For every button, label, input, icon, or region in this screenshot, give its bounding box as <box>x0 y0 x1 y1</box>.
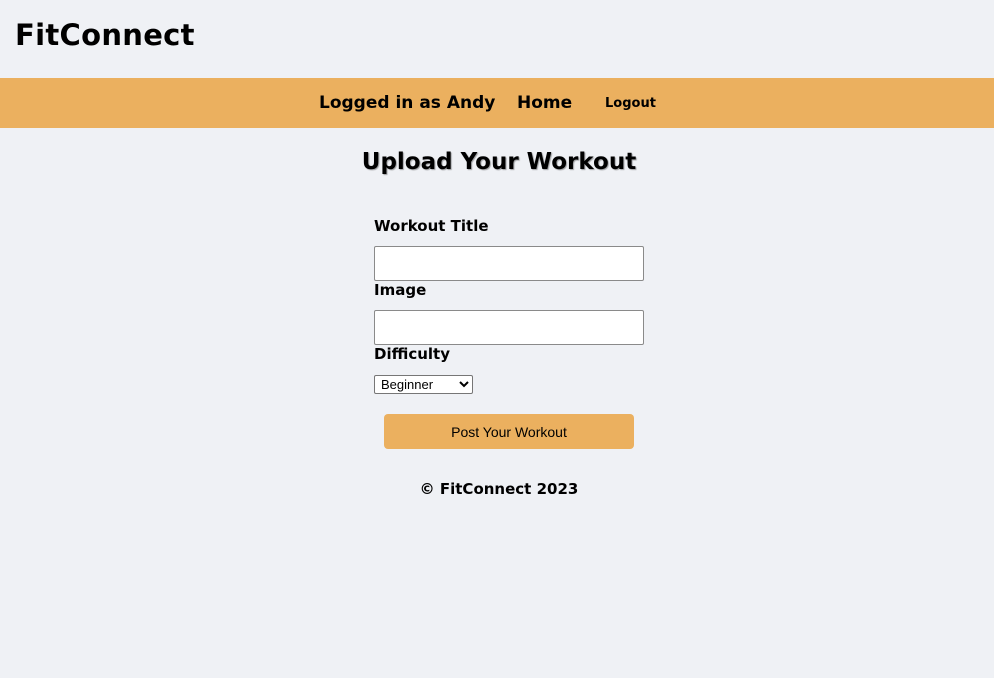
navbar: Logged in as Andy Home Logout <box>0 78 994 128</box>
image-input[interactable] <box>374 310 644 345</box>
nav-home-link[interactable]: Home <box>517 78 572 128</box>
post-workout-button[interactable]: Post Your Workout <box>384 414 634 449</box>
page-title: Upload Your Workout <box>361 149 637 175</box>
site-logo: FitConnect <box>15 18 195 52</box>
workout-title-label: Workout Title <box>374 217 489 235</box>
footer-copyright: © FitConnect 2023 <box>419 480 579 498</box>
workout-title-input[interactable] <box>374 246 644 281</box>
logged-in-status: Logged in as Andy <box>319 93 496 113</box>
nav-logout-link[interactable]: Logout <box>605 78 656 128</box>
image-label: Image <box>374 281 427 299</box>
difficulty-select[interactable]: Beginner <box>374 375 473 394</box>
difficulty-label: Difficulty <box>374 345 450 363</box>
